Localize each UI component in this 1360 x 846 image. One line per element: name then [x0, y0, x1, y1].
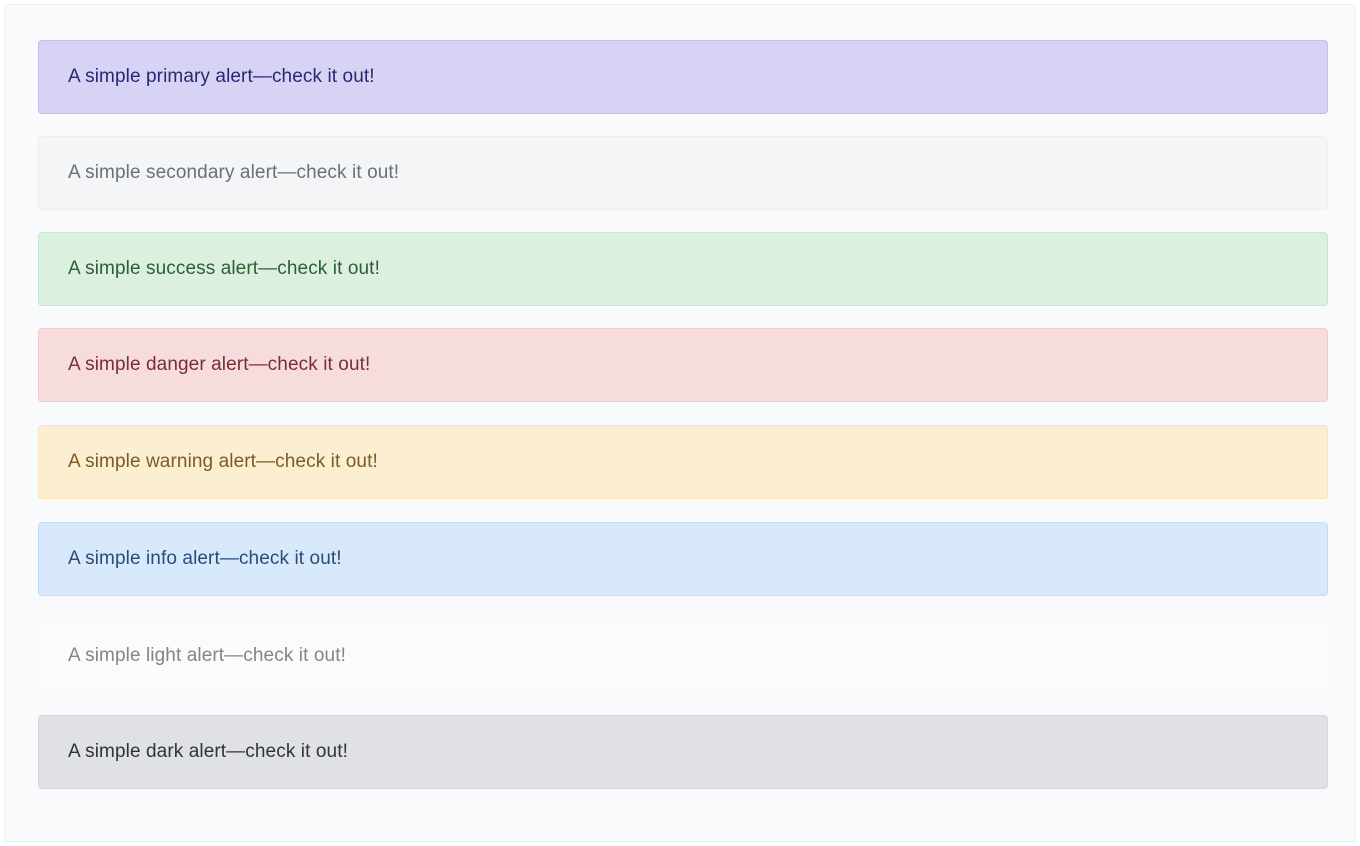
- alert-text: A simple success alert—check it out!: [68, 258, 380, 279]
- alert-danger: A simple danger alert—check it out!: [38, 328, 1328, 402]
- alert-success: A simple success alert—check it out!: [38, 232, 1328, 306]
- alert-text: A simple info alert—check it out!: [68, 548, 342, 569]
- alert-text: A simple warning alert—check it out!: [68, 451, 378, 472]
- alert-text: A simple secondary alert—check it out!: [68, 162, 400, 183]
- alert-text: A simple primary alert—check it out!: [68, 66, 375, 87]
- alert-warning: A simple warning alert—check it out!: [38, 425, 1328, 499]
- alert-text: A simple dark alert—check it out!: [68, 741, 348, 762]
- alerts-panel: A simple primary alert—check it out! A s…: [4, 4, 1356, 842]
- alert-secondary: A simple secondary alert—check it out!: [38, 136, 1328, 210]
- alert-info: A simple info alert—check it out!: [38, 522, 1328, 596]
- alert-dark: A simple dark alert—check it out!: [38, 715, 1328, 789]
- alert-light: A simple light alert—check it out!: [38, 619, 1328, 693]
- alert-text: A simple danger alert—check it out!: [68, 354, 371, 375]
- alert-primary: A simple primary alert—check it out!: [38, 40, 1328, 114]
- alert-text: A simple light alert—check it out!: [68, 645, 346, 666]
